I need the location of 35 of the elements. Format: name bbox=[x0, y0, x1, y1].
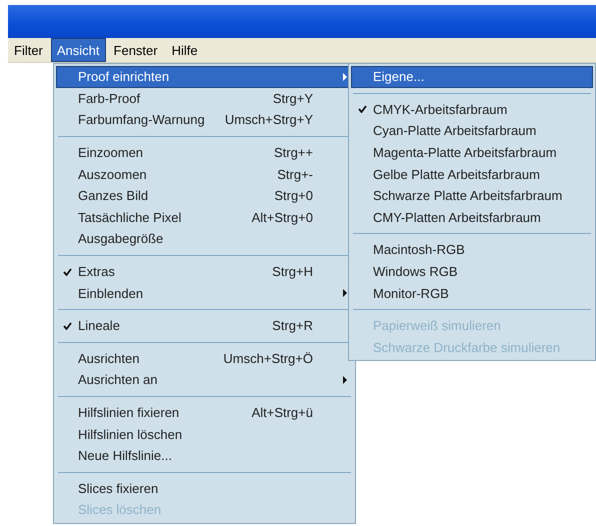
submenu-arrow-icon bbox=[343, 72, 347, 81]
menu-title[interactable]: Filter bbox=[8, 38, 49, 62]
shortcut-text: Umsch+Strg+Y bbox=[224, 112, 313, 128]
menu-item[interactable]: Lineale Strg+R bbox=[56, 314, 353, 337]
menu-item[interactable]: Cyan-Platte Arbeitsfarbraum bbox=[351, 120, 593, 142]
shortcut-text: Strg+H bbox=[272, 264, 313, 280]
menu-item[interactable]: Monitor-RGB bbox=[351, 282, 593, 304]
menu-item[interactable]: Extras Strg+H bbox=[56, 260, 353, 282]
menu-item[interactable]: Eigene... bbox=[351, 66, 593, 88]
menu-item[interactable]: Macintosh-RGB bbox=[351, 239, 593, 261]
menu-item[interactable]: Hilfslinien fixieren Alt+Strg+ü bbox=[56, 402, 353, 424]
menu-item[interactable]: CMY-Platten Arbeitsfarbraum bbox=[351, 206, 593, 228]
shortcut-text: Strg+0 bbox=[274, 188, 313, 204]
menu-item[interactable]: Ausrichten an bbox=[56, 369, 353, 391]
menu-item[interactable]: Magenta-Platte Arbeitsfarbraum bbox=[351, 142, 593, 164]
menu-title[interactable]: Fenster bbox=[108, 38, 164, 62]
shortcut-text: Umsch+Strg+Ö bbox=[223, 350, 313, 366]
menu-item[interactable]: Windows RGB bbox=[351, 260, 593, 282]
shortcut-text: Strg+Y bbox=[272, 90, 313, 106]
menu-item[interactable]: Hilfslinien löschen bbox=[56, 423, 353, 445]
menu-item[interactable]: Neue Hilfslinie... bbox=[56, 444, 353, 466]
submenu-arrow-icon bbox=[343, 289, 347, 298]
menu-item[interactable]: Slices fixieren bbox=[56, 478, 353, 500]
menu-item[interactable]: Einblenden bbox=[56, 282, 353, 304]
menu-item[interactable]: Schwarze Platte Arbeitsfarbraum bbox=[351, 184, 593, 207]
menu-title[interactable]: Hilfe bbox=[166, 38, 204, 62]
menu-title[interactable]: Ansicht bbox=[50, 38, 106, 62]
shortcut-text: Strg++ bbox=[274, 145, 313, 160]
menu-item[interactable]: CMYK-Arbeitsfarbraum bbox=[351, 98, 593, 120]
menu-item[interactable]: Gelbe Platte Arbeitsfarbraum bbox=[351, 163, 593, 185]
shortcut-text: Alt+Strg+0 bbox=[252, 210, 313, 225]
shortcut-text: Strg+- bbox=[277, 166, 313, 182]
shortcut-text: Strg+R bbox=[272, 318, 313, 334]
shortcut-text: Alt+Strg+ü bbox=[252, 405, 313, 420]
submenu-arrow-icon bbox=[343, 376, 347, 384]
